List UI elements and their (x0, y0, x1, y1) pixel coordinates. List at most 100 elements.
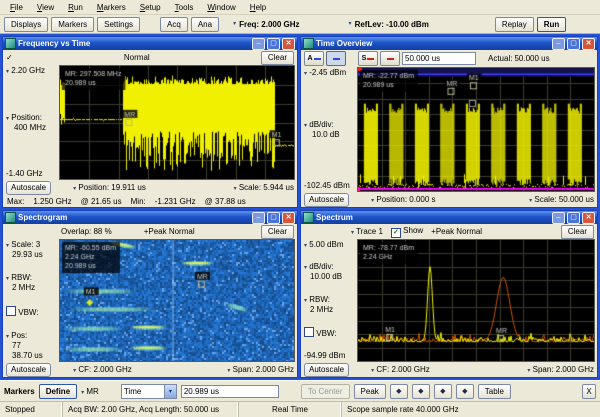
time-overview-titlebar[interactable]: Time Overview – ▢ ✕ (301, 37, 597, 50)
menu-tools[interactable]: Tools (168, 2, 201, 13)
reflev-readout[interactable]: RefLev: -10.00 dBm (355, 20, 429, 29)
overlap-readout[interactable]: Overlap: 88 % (61, 227, 112, 236)
minimize-icon[interactable]: – (552, 212, 565, 224)
analysis-length-button[interactable] (326, 51, 346, 66)
tov-y-axis: ▾ -2.45 dBm ▾ dB/div:10.0 dB -102.45 dBm (301, 67, 357, 192)
freq-readout[interactable]: Freq: 2.000 GHz (239, 20, 299, 29)
trace-select[interactable]: ▾ Trace 1 (351, 227, 383, 236)
close-icon[interactable]: ✕ (582, 212, 595, 224)
menu-setup[interactable]: Setup (133, 2, 168, 13)
close-icon[interactable]: ✕ (282, 38, 295, 50)
span-readout[interactable]: ▾ Span: 2.000 GHz (227, 365, 294, 374)
vbw-checkbox[interactable] (304, 327, 314, 337)
marker-table-button[interactable]: Table (478, 384, 511, 399)
caret-icon: ▾ (73, 368, 76, 374)
replay-button[interactable]: Replay (495, 17, 534, 32)
show-toggle[interactable]: ✓ Show (391, 226, 423, 238)
minimize-icon[interactable]: – (252, 212, 265, 224)
caret-icon: ▾ (6, 243, 9, 249)
menu-window[interactable]: Window (200, 2, 242, 13)
clear-button[interactable]: Clear (561, 225, 594, 239)
frequency-vs-time-titlebar[interactable]: Frequency vs Time – ▢ ✕ (3, 37, 297, 50)
marker-peak-left-button[interactable]: ◆ (390, 384, 408, 399)
settings-button[interactable]: Settings (97, 17, 140, 32)
rbw-control[interactable]: ▾ RBW:2 MHz (304, 295, 356, 315)
peak-button[interactable]: Peak (354, 384, 386, 399)
markers-button[interactable]: Markers (51, 17, 94, 32)
scale-readout[interactable]: ▾ Scale: 50.000 us (529, 195, 594, 204)
spectrogram-plot[interactable] (60, 240, 294, 361)
maximize-icon[interactable]: ▢ (267, 38, 280, 50)
menu-help[interactable]: Help (243, 2, 273, 13)
tov-footer: Autoscale ▾ Position: 0.000 s ▾ Scale: 5… (301, 192, 597, 207)
run-state: Stopped (0, 402, 63, 417)
marker-domain-combobox[interactable]: Time ▾ (121, 384, 177, 399)
show-checkbox[interactable]: ✓ (391, 228, 401, 238)
marker-peak-right-button[interactable]: ◆ (456, 384, 474, 399)
scale-control[interactable]: ▾ Scale: 329.93 us (6, 240, 58, 260)
to-center-button[interactable]: To Center (301, 384, 350, 399)
y-top-value[interactable]: ▾ -2.45 dBm (304, 68, 356, 78)
fvt-stats-row: Max: 1.250 GHz @ 21.65 us Min: -1.231 GH… (3, 195, 297, 207)
ana-button[interactable]: Ana (191, 17, 219, 32)
spectrum-titlebar[interactable]: Spectrum – ▢ ✕ (301, 211, 597, 224)
marker-peak-higher-button[interactable]: ◆ (434, 384, 452, 399)
scale-readout[interactable]: ▾ Scale: 5.944 us (234, 183, 294, 192)
cf-readout[interactable]: ▾ CF: 2.000 GHz (73, 365, 132, 374)
analysis-length-input[interactable] (402, 52, 476, 65)
clear-button[interactable]: Clear (261, 51, 294, 65)
sp-plot-area[interactable] (357, 239, 595, 362)
menu-file[interactable]: File (3, 2, 30, 13)
minimize-icon[interactable]: – (252, 38, 265, 50)
actual-label: Actual: (488, 54, 512, 63)
spectrum-length-button[interactable] (380, 51, 400, 66)
minimize-icon[interactable]: – (552, 38, 565, 50)
db-per-div-control[interactable]: ▾ dB/div:10.00 dB (304, 262, 356, 282)
span-readout[interactable]: ▾ Span: 2.000 GHz (527, 365, 594, 374)
autoscale-button[interactable]: Autoscale (304, 363, 349, 377)
clear-button[interactable]: Clear (261, 225, 294, 239)
analysis-time-auto-button[interactable]: A (304, 51, 324, 66)
spectrum-plot[interactable] (358, 240, 594, 361)
autoscale-button[interactable]: Autoscale (304, 193, 349, 207)
active-marker-select[interactable]: ▾ MR (81, 387, 99, 396)
marker-peak-lower-button[interactable]: ◆ (412, 384, 430, 399)
vbw-control[interactable]: VBW: (304, 327, 356, 339)
menu-markers[interactable]: Markers (90, 2, 133, 13)
frequency-vs-time-plot[interactable] (60, 66, 294, 179)
displays-button[interactable]: Displays (4, 17, 48, 32)
time-overview-plot[interactable] (358, 68, 594, 191)
db-per-div-control[interactable]: ▾ dB/div:10.0 dB (304, 120, 356, 140)
cf-readout[interactable]: ▾ CF: 2.000 GHz (371, 365, 430, 374)
close-icon[interactable]: ✕ (282, 212, 295, 224)
trace-check-icon[interactable]: ✓ (6, 53, 13, 62)
define-markers-button[interactable]: Define (39, 384, 77, 399)
acq-button[interactable]: Acq (160, 17, 188, 32)
run-button[interactable]: Run (537, 17, 567, 32)
maximize-icon[interactable]: ▢ (567, 38, 580, 50)
main-toolbar: Displays Markers Settings Acq Ana ▾ Freq… (0, 15, 600, 34)
sg-plot-area[interactable] (59, 239, 295, 362)
maximize-icon[interactable]: ▢ (567, 212, 580, 224)
autoscale-button[interactable]: Autoscale (6, 181, 51, 195)
y-top-value[interactable]: ▾ 5.00 dBm (304, 240, 356, 250)
spectrum-time-auto-button[interactable]: S (358, 51, 378, 66)
spectrogram-titlebar[interactable]: Spectrogram – ▢ ✕ (3, 211, 297, 224)
close-icon[interactable]: ✕ (582, 38, 595, 50)
position-readout[interactable]: ▾ Position: 19.911 us (73, 183, 146, 192)
marker-position-input[interactable] (181, 385, 279, 398)
y-top-value[interactable]: ▾ 2.20 GHz (6, 66, 58, 76)
vbw-checkbox[interactable] (6, 306, 16, 316)
maximize-icon[interactable]: ▢ (267, 212, 280, 224)
menu-view[interactable]: View (30, 2, 61, 13)
position-readout[interactable]: ▾ Position: 0.000 s (371, 195, 435, 204)
fvt-plot-area[interactable] (59, 65, 295, 180)
pos-control[interactable]: ▾ Pos:7738.70 us (6, 331, 58, 361)
y-position-control[interactable]: ▾ Position:400 MHz (6, 113, 58, 133)
close-markers-bar-button[interactable]: X (582, 384, 596, 399)
tov-plot-area[interactable] (357, 67, 595, 192)
menu-run[interactable]: Run (61, 2, 90, 13)
autoscale-button[interactable]: Autoscale (6, 363, 51, 377)
vbw-control[interactable]: VBW: (6, 306, 58, 318)
rbw-control[interactable]: ▾ RBW:2 MHz (6, 273, 58, 293)
